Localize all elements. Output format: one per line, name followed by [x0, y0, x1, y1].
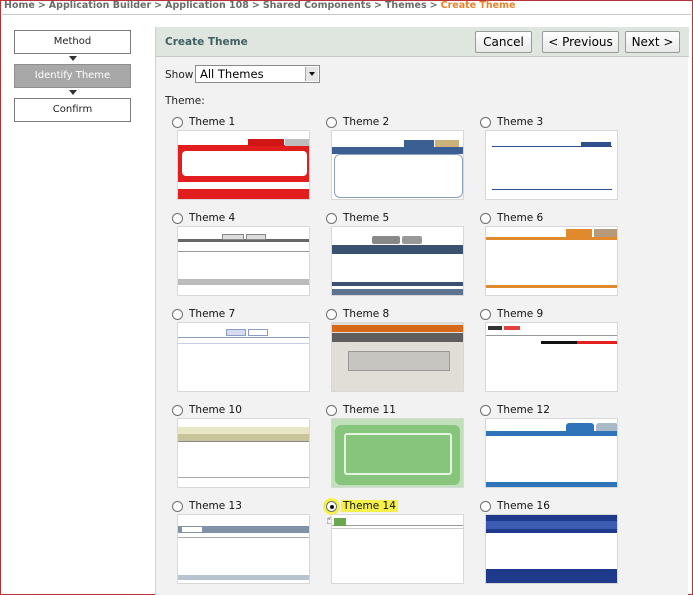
theme-name: Theme 1 — [189, 116, 236, 128]
theme-name: Theme 12 — [497, 404, 550, 416]
breadcrumb-home[interactable]: Home — [4, 0, 35, 11]
theme-option[interactable]: Theme 7 — [172, 308, 322, 399]
theme-radio[interactable] — [172, 213, 183, 224]
theme-thumbnail[interactable] — [177, 130, 310, 200]
theme-name: Theme 10 — [189, 404, 242, 416]
theme-radio[interactable] — [326, 405, 337, 416]
theme-option[interactable]: Theme 8 — [326, 308, 476, 399]
next-button[interactable]: Next > — [625, 31, 680, 53]
theme-option[interactable]: Theme 4 — [172, 212, 322, 303]
theme-name: Theme 7 — [189, 308, 236, 320]
theme-name: Theme 11 — [343, 404, 396, 416]
theme-radio-selected[interactable] — [326, 501, 337, 512]
theme-name: Theme 9 — [497, 308, 544, 320]
theme-thumbnail[interactable] — [485, 130, 618, 200]
theme-radio[interactable] — [480, 213, 491, 224]
theme-option[interactable]: Theme 9 — [480, 308, 630, 399]
theme-option[interactable]: Theme 11 — [326, 404, 476, 495]
breadcrumb-current: Create Theme — [440, 0, 516, 11]
theme-thumbnail[interactable] — [177, 322, 310, 392]
divider — [2, 14, 691, 15]
theme-thumbnail[interactable] — [331, 130, 464, 200]
theme-option[interactable]: Theme 5 — [326, 212, 476, 303]
step-arrow-icon — [69, 90, 77, 95]
theme-radio[interactable] — [480, 117, 491, 128]
theme-radio[interactable] — [480, 501, 491, 512]
show-select[interactable]: All Themes — [195, 65, 320, 83]
breadcrumb-separator: > — [251, 0, 260, 11]
show-select-value: All Themes — [200, 67, 264, 81]
chevron-down-icon[interactable] — [305, 67, 318, 81]
theme-radio[interactable] — [172, 117, 183, 128]
previous-button[interactable]: < Previous — [542, 31, 619, 53]
theme-thumbnail[interactable] — [485, 226, 618, 296]
step-arrow-icon — [69, 56, 77, 61]
theme-thumbnail[interactable] — [485, 418, 618, 488]
breadcrumb-separator: > — [429, 0, 438, 11]
theme-option[interactable]: Theme 2 — [326, 116, 476, 207]
theme-thumbnail[interactable] — [177, 226, 310, 296]
cancel-button[interactable]: Cancel — [475, 31, 532, 53]
breadcrumb-application-builder[interactable]: Application Builder — [49, 0, 151, 11]
theme-option[interactable]: Theme 3 — [480, 116, 630, 207]
theme-option[interactable]: Theme 1 — [172, 116, 322, 207]
breadcrumb-application[interactable]: Application 108 — [165, 0, 249, 11]
theme-option[interactable]: Theme 14 ☝ — [326, 500, 476, 591]
theme-name: Theme 6 — [497, 212, 544, 224]
breadcrumb-shared-components[interactable]: Shared Components — [263, 0, 371, 11]
theme-thumbnail[interactable] — [485, 322, 618, 392]
theme-name: Theme 3 — [497, 116, 544, 128]
step-method: Method — [14, 30, 131, 54]
breadcrumb-themes[interactable]: Themes — [385, 0, 427, 11]
theme-radio[interactable] — [480, 405, 491, 416]
theme-name: Theme 16 — [497, 500, 550, 512]
theme-radio[interactable] — [172, 405, 183, 416]
theme-option[interactable]: Theme 10 — [172, 404, 322, 495]
theme-thumbnail[interactable] — [331, 322, 464, 392]
step-identify-theme: Identify Theme — [14, 64, 131, 88]
theme-thumbnail[interactable] — [177, 418, 310, 488]
theme-name: Theme 2 — [343, 116, 390, 128]
theme-radio[interactable] — [326, 117, 337, 128]
theme-radio[interactable] — [326, 309, 337, 320]
step-confirm: Confirm — [14, 98, 131, 122]
theme-name: Theme 8 — [343, 308, 390, 320]
theme-name: Theme 14 — [341, 500, 398, 512]
breadcrumb: Home > Application Builder > Application 108… — [4, 0, 515, 12]
theme-name: Theme 4 — [189, 212, 236, 224]
breadcrumb-separator: > — [373, 0, 382, 11]
theme-thumbnail[interactable] — [177, 514, 310, 584]
theme-name: Theme 13 — [189, 500, 242, 512]
theme-radio[interactable] — [480, 309, 491, 320]
theme-option[interactable]: Theme 16 — [480, 500, 630, 591]
theme-thumbnail[interactable] — [331, 226, 464, 296]
create-theme-panel: Create Theme Cancel < Previous Next > Sh… — [155, 27, 689, 595]
theme-name: Theme 5 — [343, 212, 390, 224]
theme-option[interactable]: Theme 12 — [480, 404, 630, 495]
theme-option[interactable]: Theme 6 — [480, 212, 630, 303]
theme-thumbnail[interactable] — [331, 418, 464, 488]
breadcrumb-separator: > — [154, 0, 163, 11]
theme-radio[interactable] — [172, 501, 183, 512]
theme-option[interactable]: Theme 13 — [172, 500, 322, 591]
theme-thumbnail[interactable] — [331, 514, 464, 584]
theme-radio[interactable] — [326, 213, 337, 224]
theme-label: Theme: — [165, 95, 205, 107]
panel-title: Create Theme — [165, 36, 248, 48]
theme-thumbnail[interactable] — [485, 514, 618, 584]
breadcrumb-separator: > — [37, 0, 46, 11]
show-label: Show — [165, 69, 194, 81]
theme-radio[interactable] — [172, 309, 183, 320]
panel-header: Create Theme Cancel < Previous Next > — [156, 27, 689, 57]
